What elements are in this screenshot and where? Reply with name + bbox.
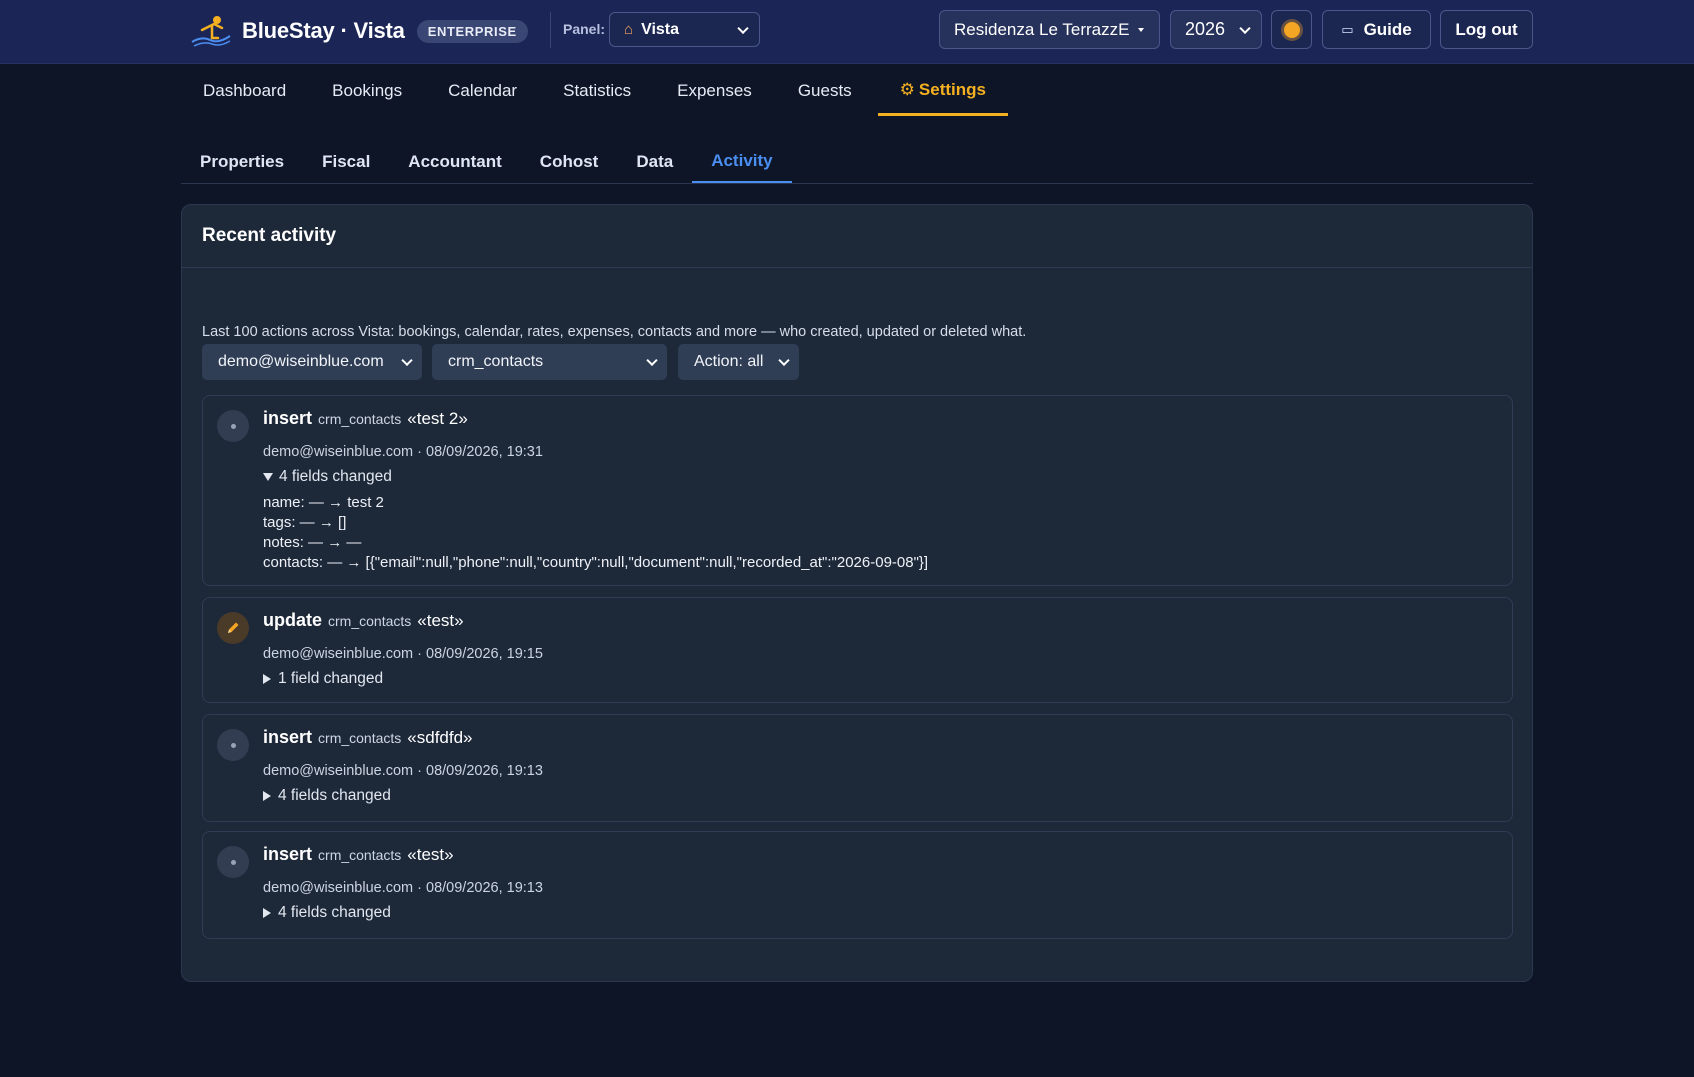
action-filter-value: Action: all: [694, 353, 764, 370]
nav-calendar[interactable]: Calendar: [426, 66, 539, 116]
triangle-right-icon: [263, 791, 271, 801]
nav-expenses[interactable]: Expenses: [655, 66, 774, 116]
entry-record: «sdfdfd»: [407, 728, 473, 747]
entry-changes-summary: 1 field changed: [278, 670, 384, 687]
panel-select[interactable]: ⌂ Vista: [609, 12, 760, 47]
plan-badge: ENTERPRISE: [416, 19, 528, 43]
card-description: Last 100 actions across Vista: bookings,…: [202, 324, 1027, 340]
activity-card: Recent activity Last 100 actions across …: [181, 204, 1533, 982]
field-change: tags: — → []: [263, 514, 347, 531]
user-filter-select[interactable]: demo@wiseinblue.com: [202, 344, 422, 380]
card-title: Recent activity: [202, 225, 337, 246]
gear-icon: ⚙: [899, 79, 915, 99]
triangle-right-icon: [263, 674, 271, 684]
property-select-value: Residenza Le TerrazzE: [954, 19, 1130, 39]
activity-entry: insert crm_contacts «sdfdfd» demo@wisein…: [202, 714, 1513, 822]
sun-icon: [1283, 21, 1300, 38]
field-change: name: — → test 2: [263, 494, 384, 511]
entry-meta: demo@wiseinblue.com · 08/09/2026, 19:15: [263, 646, 543, 662]
panel-label: Panel:: [563, 21, 606, 37]
entry-changes-summary: 4 fields changed: [278, 787, 391, 804]
year-select-value: 2026: [1185, 19, 1226, 39]
guide-button[interactable]: ▭ Guide: [1322, 10, 1431, 49]
chevron-down-icon: [646, 354, 658, 367]
entry-record: «test 2»: [407, 409, 468, 428]
logout-label: Log out: [1455, 19, 1518, 39]
table-filter-value: crm_contacts: [448, 353, 544, 370]
activity-entry: update crm_contacts «test» demo@wiseinbl…: [202, 597, 1513, 703]
entry-action: update: [263, 610, 323, 630]
chevron-down-icon: [737, 22, 749, 34]
nav-statistics[interactable]: Statistics: [541, 66, 653, 116]
theme-toggle-button[interactable]: [1271, 10, 1312, 49]
activity-entry: insert crm_contacts «test 2» demo@wisein…: [202, 395, 1513, 586]
entry-changes-summary: 4 fields changed: [279, 468, 392, 485]
divider: [550, 12, 551, 48]
dot-icon: [217, 729, 249, 761]
tab-properties[interactable]: Properties: [181, 140, 303, 183]
nav-dashboard[interactable]: Dashboard: [181, 66, 308, 116]
action-filter-select[interactable]: Action: all: [678, 344, 799, 380]
dot-icon: [217, 846, 249, 878]
entry-record: «test»: [417, 611, 464, 630]
property-select[interactable]: Residenza Le TerrazzE: [939, 10, 1160, 49]
nav-bookings[interactable]: Bookings: [310, 66, 424, 116]
dot-icon: [217, 410, 249, 442]
settings-tabs: Properties Fiscal Accountant Cohost Data…: [181, 140, 1533, 184]
entry-action: insert: [263, 727, 313, 747]
pencil-icon: [217, 612, 249, 644]
chevron-down-icon: [778, 354, 790, 367]
tab-data[interactable]: Data: [617, 140, 692, 183]
tab-fiscal[interactable]: Fiscal: [303, 140, 389, 183]
triangle-right-icon: [263, 908, 271, 918]
panel-select-value: Vista: [641, 20, 680, 38]
chevron-down-icon: [401, 354, 413, 367]
entry-table: crm_contacts: [318, 411, 402, 427]
triangle-down-icon: [263, 473, 273, 481]
top-bar: BlueStay · Vista ENTERPRISE Panel: ⌂ Vis…: [0, 0, 1694, 64]
entry-field-list: name: — → test 2 tags: — → [] notes: — →…: [263, 493, 928, 573]
caret-down-icon: [1138, 28, 1144, 32]
book-icon: ▭: [1341, 21, 1354, 37]
entry-table: crm_contacts: [328, 613, 412, 629]
brand[interactable]: BlueStay · Vista ENTERPRISE: [190, 14, 528, 48]
guide-label: Guide: [1363, 19, 1412, 39]
tab-activity[interactable]: Activity: [692, 140, 792, 183]
year-select[interactable]: 2026: [1170, 10, 1262, 49]
entry-changes-toggle[interactable]: 4 fields changed: [263, 787, 391, 805]
logout-button[interactable]: Log out: [1440, 10, 1533, 49]
entry-meta: demo@wiseinblue.com · 08/09/2026, 19:13: [263, 880, 543, 896]
tab-accountant[interactable]: Accountant: [389, 140, 521, 183]
entry-changes-summary: 4 fields changed: [278, 904, 391, 921]
entry-changes-toggle[interactable]: 1 field changed: [263, 670, 383, 688]
entry-record: «test»: [407, 845, 454, 864]
main-nav: Dashboard Bookings Calendar Statistics E…: [181, 66, 1010, 116]
entry-action: insert: [263, 408, 313, 428]
field-change: contacts: — → [{"email":null,"phone":nul…: [263, 554, 929, 571]
chevron-down-icon: [1239, 22, 1251, 34]
nav-guests[interactable]: Guests: [776, 66, 874, 116]
entry-changes-toggle[interactable]: 4 fields changed: [263, 468, 392, 486]
bluestay-logo-icon: [190, 14, 232, 48]
entry-meta: demo@wiseinblue.com · 08/09/2026, 19:31: [263, 444, 543, 460]
nav-settings[interactable]: ⚙ Settings: [877, 66, 1008, 116]
card-header: Recent activity: [182, 205, 1532, 268]
entry-table: crm_contacts: [318, 730, 402, 746]
nav-settings-label: Settings: [918, 79, 986, 99]
entry-meta: demo@wiseinblue.com · 08/09/2026, 19:13: [263, 763, 543, 779]
house-icon: ⌂: [624, 21, 634, 38]
activity-entry: insert crm_contacts «test» demo@wiseinbl…: [202, 831, 1513, 939]
table-filter-select[interactable]: crm_contacts: [432, 344, 667, 380]
user-filter-value: demo@wiseinblue.com: [218, 353, 384, 370]
entry-changes-toggle[interactable]: 4 fields changed: [263, 904, 391, 922]
tab-cohost[interactable]: Cohost: [521, 140, 618, 183]
entry-table: crm_contacts: [318, 847, 402, 863]
entry-action: insert: [263, 844, 313, 864]
brand-name: BlueStay · Vista: [242, 18, 405, 43]
field-change: notes: — → —: [263, 534, 362, 551]
